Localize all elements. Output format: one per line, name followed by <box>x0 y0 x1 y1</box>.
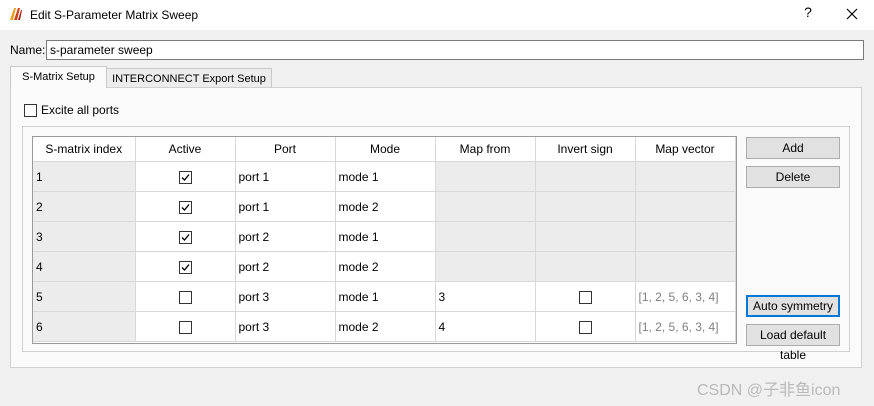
cell-map-vector[interactable] <box>635 251 736 282</box>
col-header-invert-sign[interactable]: Invert sign <box>535 137 636 162</box>
cell-port[interactable]: port 2 <box>235 221 336 252</box>
table-row[interactable]: 3 port 2 mode 1 <box>33 221 736 252</box>
cell-port[interactable]: port 1 <box>235 191 336 222</box>
col-header-port[interactable]: Port <box>235 137 336 162</box>
cell-invert-sign[interactable] <box>535 161 636 192</box>
cell-map-from[interactable]: 4 <box>435 311 536 342</box>
cell-index[interactable]: 4 <box>33 251 136 282</box>
cell-map-vector[interactable]: [1, 2, 5, 6, 3, 4] <box>635 311 736 342</box>
table-body: 1 port 1 mode 1 2 port 1 mode 2 3 port 2 mode 14… <box>33 161 736 342</box>
cell-map-from[interactable]: 3 <box>435 281 536 312</box>
cell-mode[interactable]: mode 1 <box>335 221 436 252</box>
cell-invert-sign[interactable] <box>535 281 636 312</box>
col-header-active[interactable]: Active <box>135 137 236 162</box>
checked-checkbox[interactable] <box>178 170 192 184</box>
col-header-map-from[interactable]: Map from <box>435 137 536 162</box>
cell-invert-sign[interactable] <box>535 311 636 342</box>
s-matrix-table[interactable]: S-matrix index Active Port Mode Map from… <box>32 136 737 344</box>
cell-active[interactable] <box>135 161 236 192</box>
cell-map-vector[interactable] <box>635 161 736 192</box>
window-title: Edit S-Parameter Matrix Sweep <box>30 8 199 22</box>
cell-port[interactable]: port 3 <box>235 281 336 312</box>
cell-port[interactable]: port 1 <box>235 161 336 192</box>
unchecked-checkbox[interactable] <box>178 290 192 304</box>
delete-button[interactable]: Delete <box>746 166 840 188</box>
table-row[interactable]: 2 port 1 mode 2 <box>33 191 736 222</box>
name-input[interactable] <box>46 40 864 60</box>
checked-checkbox[interactable] <box>178 260 192 274</box>
cell-mode[interactable]: mode 2 <box>335 251 436 282</box>
cell-mode[interactable]: mode 1 <box>335 161 436 192</box>
cell-active[interactable] <box>135 281 236 312</box>
col-header-mode[interactable]: Mode <box>335 137 436 162</box>
cell-active[interactable] <box>135 311 236 342</box>
help-button[interactable]: ? <box>800 4 816 24</box>
cell-map-from[interactable] <box>435 161 536 192</box>
cell-index[interactable]: 6 <box>33 311 136 342</box>
table-row[interactable]: 6 port 3 mode 2 4 [1, 2, 5, 6, 3, 4] <box>33 311 736 342</box>
cell-index[interactable]: 5 <box>33 281 136 312</box>
auto-symmetry-button[interactable]: Auto symmetry <box>746 295 840 317</box>
excite-all-ports-checkbox[interactable] <box>24 104 37 117</box>
title-bar: Edit S-Parameter Matrix Sweep ? <box>0 0 874 30</box>
table-row[interactable]: 1 port 1 mode 1 <box>33 161 736 192</box>
cell-map-from[interactable] <box>435 191 536 222</box>
unchecked-checkbox[interactable] <box>578 320 592 334</box>
cell-map-from[interactable] <box>435 251 536 282</box>
unchecked-checkbox[interactable] <box>178 320 192 334</box>
table-row[interactable]: 5 port 3 mode 1 3 [1, 2, 5, 6, 3, 4] <box>33 281 736 312</box>
tab-label: INTERCONNECT Export Setup <box>112 73 266 85</box>
unchecked-checkbox[interactable] <box>578 290 592 304</box>
cell-active[interactable] <box>135 191 236 222</box>
cell-mode[interactable]: mode 2 <box>335 191 436 222</box>
cell-map-vector[interactable] <box>635 191 736 222</box>
cell-active[interactable] <box>135 251 236 282</box>
add-button[interactable]: Add <box>746 137 840 159</box>
col-header-map-vector[interactable]: Map vector <box>635 137 736 162</box>
cell-mode[interactable]: mode 2 <box>335 311 436 342</box>
cell-port[interactable]: port 3 <box>235 311 336 342</box>
cell-invert-sign[interactable] <box>535 221 636 252</box>
checked-checkbox[interactable] <box>178 200 192 214</box>
close-icon[interactable] <box>840 2 864 26</box>
cell-map-vector[interactable]: [1, 2, 5, 6, 3, 4] <box>635 281 736 312</box>
load-default-table-button[interactable]: Load default table <box>746 324 840 362</box>
col-header-index[interactable]: S-matrix index <box>33 137 136 162</box>
tab-s-matrix-setup[interactable]: S-Matrix Setup <box>10 66 107 88</box>
name-label: Name: <box>10 43 46 57</box>
cell-map-vector[interactable] <box>635 221 736 252</box>
cell-mode[interactable]: mode 1 <box>335 281 436 312</box>
checked-checkbox[interactable] <box>178 230 192 244</box>
cell-index[interactable]: 2 <box>33 191 136 222</box>
cell-index[interactable]: 3 <box>33 221 136 252</box>
table-row[interactable]: 4 port 2 mode 2 <box>33 251 736 282</box>
cell-invert-sign[interactable] <box>535 191 636 222</box>
cell-active[interactable] <box>135 221 236 252</box>
lumerical-logo-icon <box>10 8 22 20</box>
cell-port[interactable]: port 2 <box>235 251 336 282</box>
tab-interconnect-export-setup[interactable]: INTERCONNECT Export Setup <box>106 68 272 89</box>
cell-index[interactable]: 1 <box>33 161 136 192</box>
excite-all-ports-label: Excite all ports <box>41 103 120 117</box>
cell-map-from[interactable] <box>435 221 536 252</box>
cell-invert-sign[interactable] <box>535 251 636 282</box>
tab-label: S-Matrix Setup <box>22 71 95 83</box>
watermark-text: CSDN @子非鱼icon <box>697 382 841 399</box>
